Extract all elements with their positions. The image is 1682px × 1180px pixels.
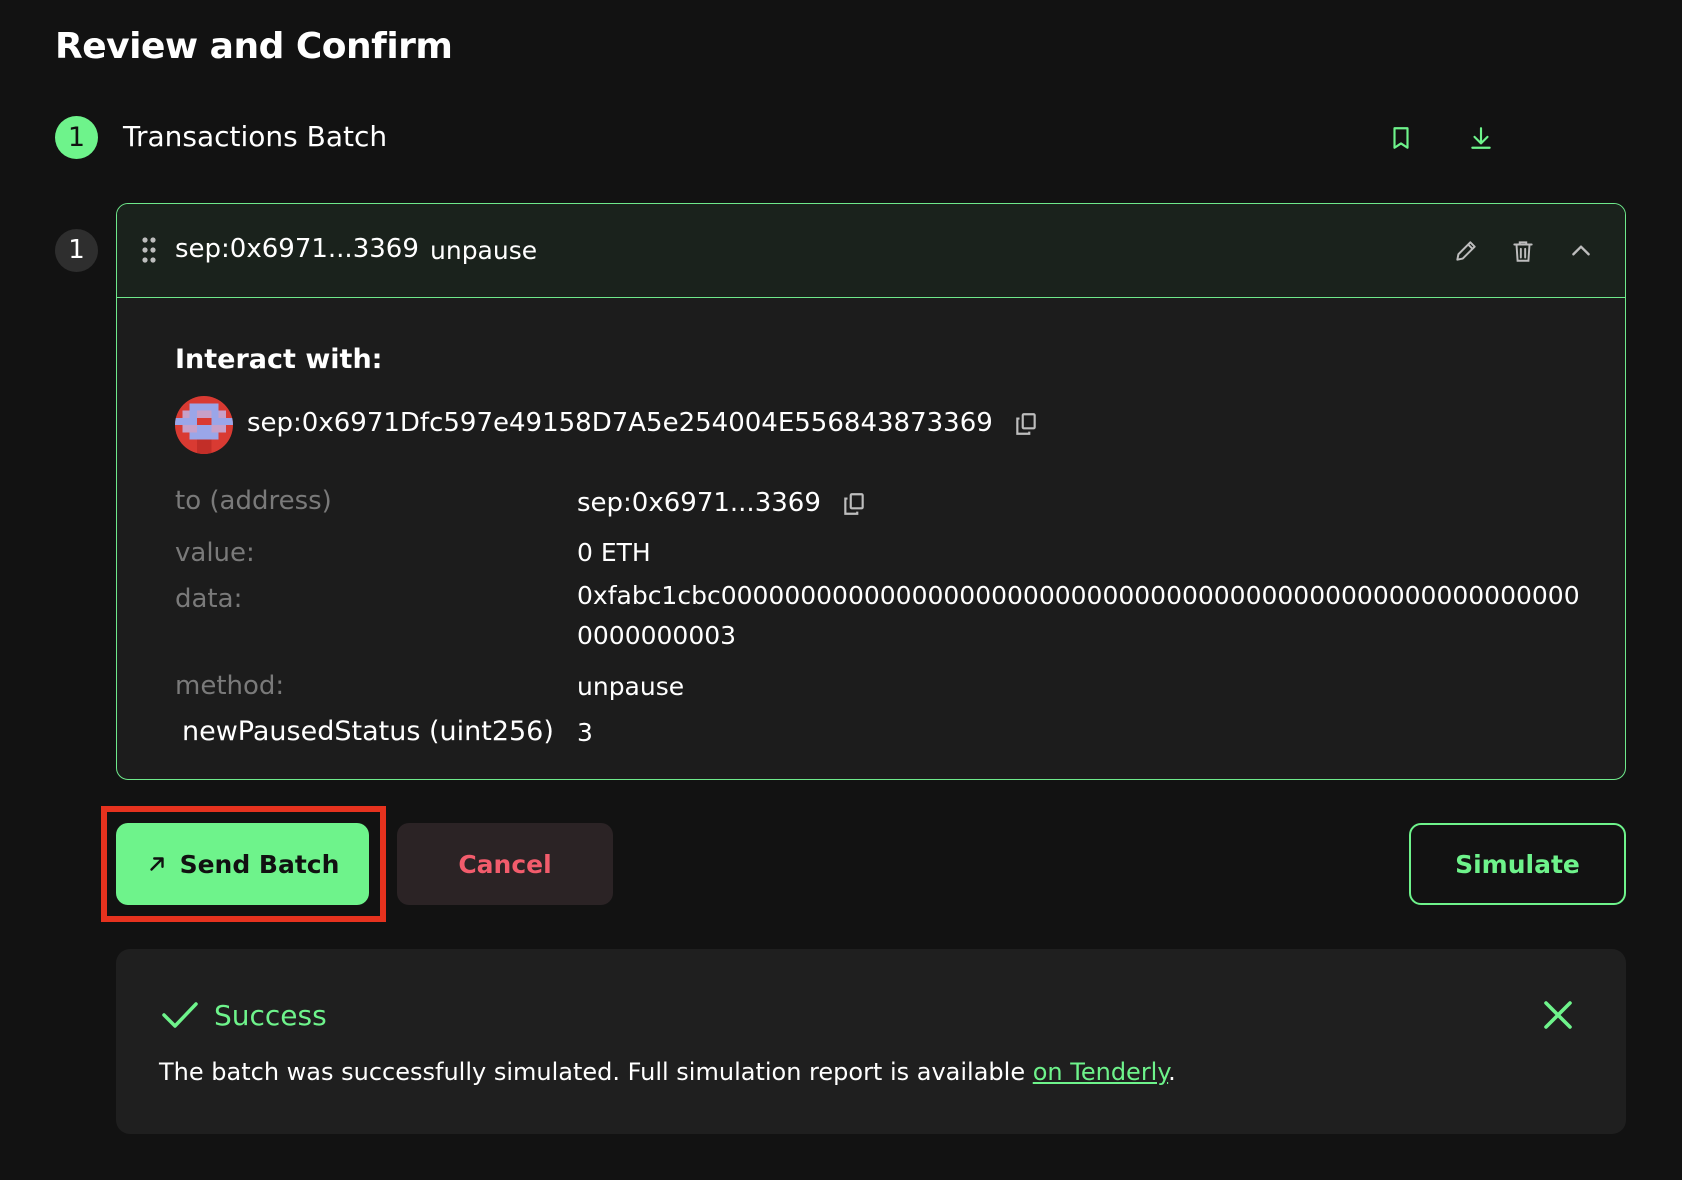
data-value: 0xfabc1cbc000000000000000000000000000000… [577, 581, 1580, 650]
transaction-index: 1 [55, 229, 98, 272]
to-address-value: sep:0x6971...3369 [577, 488, 821, 518]
chevron-up-icon[interactable] [1561, 231, 1601, 271]
alert-message: The batch was successfully simulated. Fu… [159, 1058, 1176, 1086]
drag-handle-icon[interactable] [141, 236, 157, 264]
param-label: newPausedStatus (uint256) [182, 716, 554, 747]
to-address-label: to (address) [175, 486, 332, 516]
download-icon[interactable] [1461, 118, 1501, 158]
interact-address-row: sep:0x6971Dfc597e49158D7A5e254004E556843… [247, 408, 1039, 438]
transaction-method: unpause [430, 236, 538, 265]
page-title: Review and Confirm [55, 26, 453, 67]
copy-icon[interactable] [841, 491, 867, 517]
bookmark-icon[interactable] [1381, 118, 1421, 158]
checkmark-icon [162, 1002, 198, 1028]
param-value: 3 [577, 718, 593, 747]
interact-address: sep:0x6971Dfc597e49158D7A5e254004E556843… [247, 408, 993, 438]
data-label: data: [175, 584, 243, 614]
transaction-card: sep:0x6971...3369 unpause Interact with: [116, 203, 1626, 780]
cancel-button[interactable]: Cancel [397, 823, 613, 905]
value-label: value: [175, 538, 255, 568]
step-label: Transactions Batch [123, 120, 388, 153]
arrow-up-right-icon [149, 857, 164, 871]
simulate-button[interactable]: Simulate [1409, 823, 1626, 905]
method-value: unpause [577, 672, 685, 701]
step-header: 1 Transactions Batch [55, 116, 1615, 160]
step-number: 1 [55, 116, 98, 159]
send-batch-button[interactable]: Send Batch [116, 823, 369, 905]
interact-with-label: Interact with: [175, 344, 383, 375]
close-icon[interactable] [1540, 997, 1576, 1033]
tenderly-link[interactable]: on Tenderly [1033, 1058, 1168, 1086]
transaction-header[interactable]: sep:0x6971...3369 unpause [117, 204, 1625, 298]
pencil-icon[interactable] [1446, 231, 1486, 271]
alert-message-suffix: . [1168, 1058, 1176, 1086]
alert-message-text: The batch was successfully simulated. Fu… [159, 1058, 1033, 1086]
copy-icon[interactable] [1013, 411, 1039, 437]
send-batch-label: Send Batch [179, 849, 340, 879]
transaction-address-short: sep:0x6971...3369 [175, 234, 419, 264]
method-label: method: [175, 671, 285, 701]
to-address-row: sep:0x6971...3369 [577, 488, 867, 518]
alert-title: Success [214, 999, 327, 1032]
avatar [175, 396, 233, 454]
success-alert: Success The batch was successfully simul… [116, 949, 1626, 1134]
value-value: 0 ETH [577, 538, 651, 567]
trash-icon[interactable] [1503, 231, 1543, 271]
